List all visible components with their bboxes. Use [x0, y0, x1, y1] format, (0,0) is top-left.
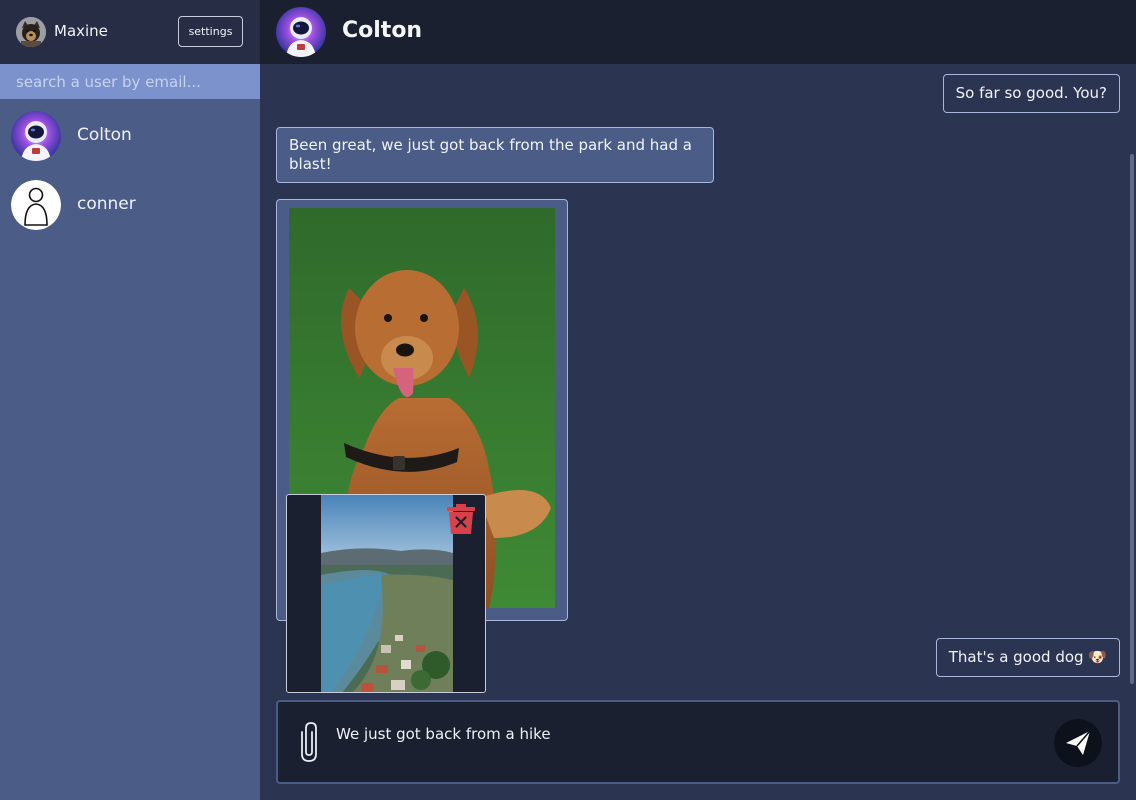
settings-button[interactable]: settings [178, 16, 243, 47]
message-outgoing: So far so good. You? [942, 74, 1120, 113]
chat-header: Colton [260, 0, 1136, 64]
message-input[interactable] [336, 722, 1036, 746]
default-user-avatar-icon [11, 180, 61, 230]
chat-scrollbar[interactable] [1130, 154, 1134, 684]
message-composer [276, 700, 1120, 784]
attachment-preview [286, 494, 486, 693]
search-user-input[interactable] [0, 64, 260, 99]
message-incoming: Been great, we just got back from the pa… [276, 127, 714, 183]
contact-avatar-astronaut [11, 111, 61, 161]
chat-partner-avatar [276, 7, 326, 57]
message-outgoing: That's a good dog 🐶 [935, 638, 1120, 677]
current-user-name: Maxine [54, 22, 108, 40]
river-town-photo [321, 495, 453, 692]
contact-item-conner[interactable]: conner [0, 170, 260, 238]
sidebar-header: Maxine settings [0, 0, 260, 64]
user-avatar[interactable] [16, 17, 46, 47]
trash-icon[interactable] [447, 504, 475, 534]
paper-plane-icon [1066, 730, 1091, 755]
contact-item-colton[interactable]: Colton [0, 101, 260, 169]
contact-name: Colton [77, 125, 132, 145]
chat-title: Colton [342, 18, 423, 43]
sidebar: Maxine settings Colton [0, 0, 260, 800]
contact-name: conner [77, 194, 136, 214]
paperclip-icon[interactable] [296, 720, 322, 764]
send-button[interactable] [1054, 719, 1102, 767]
